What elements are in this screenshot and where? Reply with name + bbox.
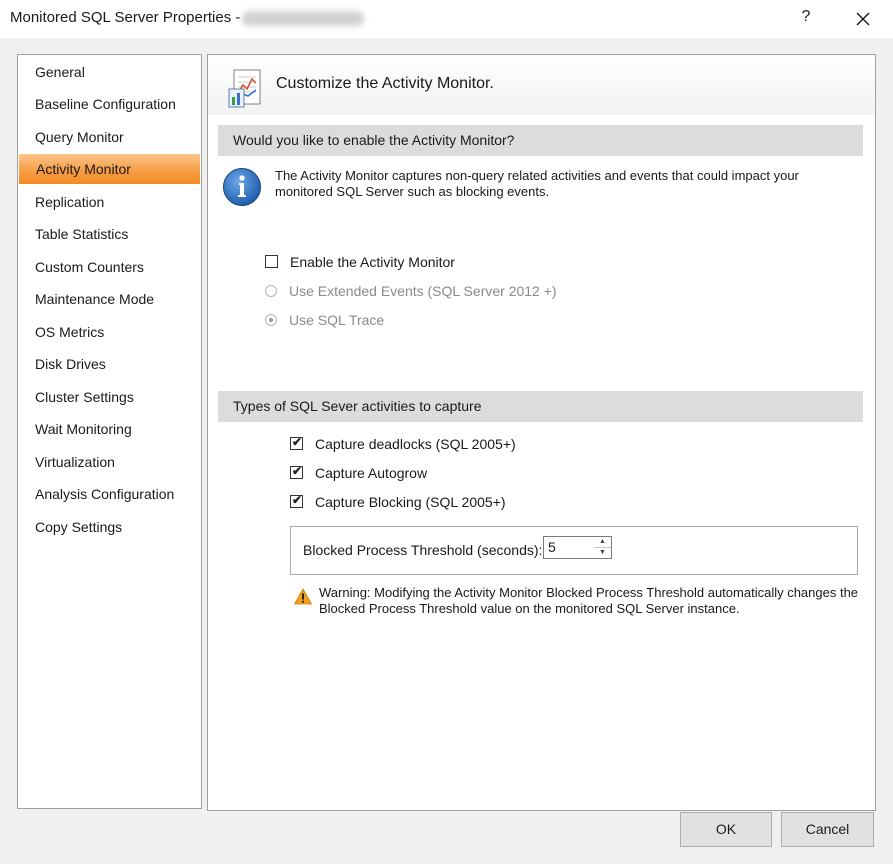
nav-item-general[interactable]: General <box>18 57 201 87</box>
activity-monitor-description: The Activity Monitor captures non-query … <box>275 168 799 199</box>
nav-item-query-monitor[interactable]: Query Monitor <box>18 122 201 152</box>
nav-item-analysis-configuration[interactable]: Analysis Configuration <box>18 479 201 509</box>
capture-deadlocks-checkbox[interactable]: ✔ <box>290 435 303 450</box>
capture-blocking-checkbox[interactable]: ✔ <box>290 493 303 508</box>
sql-trace-label: Use SQL Trace <box>289 312 385 328</box>
extended-events-radio[interactable] <box>265 285 277 297</box>
section-header-capture-types: Types of SQL Sever activities to capture <box>218 391 863 422</box>
capture-deadlocks-label: Capture deadlocks (SQL 2005+) <box>315 436 516 452</box>
enable-activity-monitor-checkbox[interactable] <box>265 255 278 268</box>
nav-item-copy-settings[interactable]: Copy Settings <box>18 512 201 542</box>
nav-item-custom-counters[interactable]: Custom Counters <box>18 252 201 282</box>
nav-item-baseline-configuration[interactable]: Baseline Configuration <box>18 89 201 119</box>
nav-item-activity-monitor[interactable]: Activity Monitor <box>19 154 200 184</box>
close-icon[interactable] <box>852 8 874 30</box>
stepper-up-icon[interactable]: ▲ <box>594 537 611 548</box>
title-bar: Monitored SQL Server Properties - ? <box>0 0 893 38</box>
nav-item-os-metrics[interactable]: OS Metrics <box>18 317 201 347</box>
nav-item-wait-monitoring[interactable]: Wait Monitoring <box>18 414 201 444</box>
blocked-process-threshold-stepper[interactable]: 5 ▲ ▼ <box>543 536 612 559</box>
stepper-down-icon[interactable]: ▼ <box>594 548 611 558</box>
window-title: Monitored SQL Server Properties - <box>10 9 241 26</box>
nav-item-table-statistics[interactable]: Table Statistics <box>18 219 201 249</box>
page-header: Customize the Activity Monitor. <box>208 55 875 115</box>
content-panel: Customize the Activity Monitor. Would yo… <box>207 54 876 811</box>
nav-item-maintenance-mode[interactable]: Maintenance Mode <box>18 284 201 314</box>
capture-blocking-label: Capture Blocking (SQL 2005+) <box>315 494 506 510</box>
info-icon <box>223 168 261 206</box>
settings-nav-list: General Baseline Configuration Query Mon… <box>17 54 202 809</box>
help-button[interactable]: ? <box>798 8 814 26</box>
extended-events-label: Use Extended Events (SQL Server 2012 +) <box>289 283 557 299</box>
nav-item-cluster-settings[interactable]: Cluster Settings <box>18 382 201 412</box>
enable-activity-monitor-label: Enable the Activity Monitor <box>290 254 455 270</box>
page-title: Customize the Activity Monitor. <box>276 75 494 92</box>
ok-button[interactable]: OK <box>680 812 772 847</box>
activity-monitor-icon <box>228 69 261 108</box>
cancel-button[interactable]: Cancel <box>781 812 874 847</box>
blocked-process-threshold-group: Blocked Process Threshold (seconds): 5 ▲… <box>290 526 858 575</box>
sql-trace-radio[interactable] <box>265 314 277 326</box>
blocked-process-threshold-label: Blocked Process Threshold (seconds): <box>303 542 543 558</box>
nav-item-disk-drives[interactable]: Disk Drives <box>18 349 201 379</box>
capture-autogrow-checkbox[interactable]: ✔ <box>290 464 303 479</box>
capture-autogrow-label: Capture Autogrow <box>315 465 428 481</box>
nav-item-replication[interactable]: Replication <box>18 187 201 217</box>
section-header-enable: Would you like to enable the Activity Mo… <box>218 125 863 156</box>
redacted-server-name <box>242 11 364 26</box>
nav-item-virtualization[interactable]: Virtualization <box>18 447 201 477</box>
warning-icon <box>294 588 312 605</box>
threshold-warning-text: Warning: Modifying the Activity Monitor … <box>319 585 859 616</box>
blocked-process-threshold-value[interactable]: 5 <box>548 539 556 555</box>
